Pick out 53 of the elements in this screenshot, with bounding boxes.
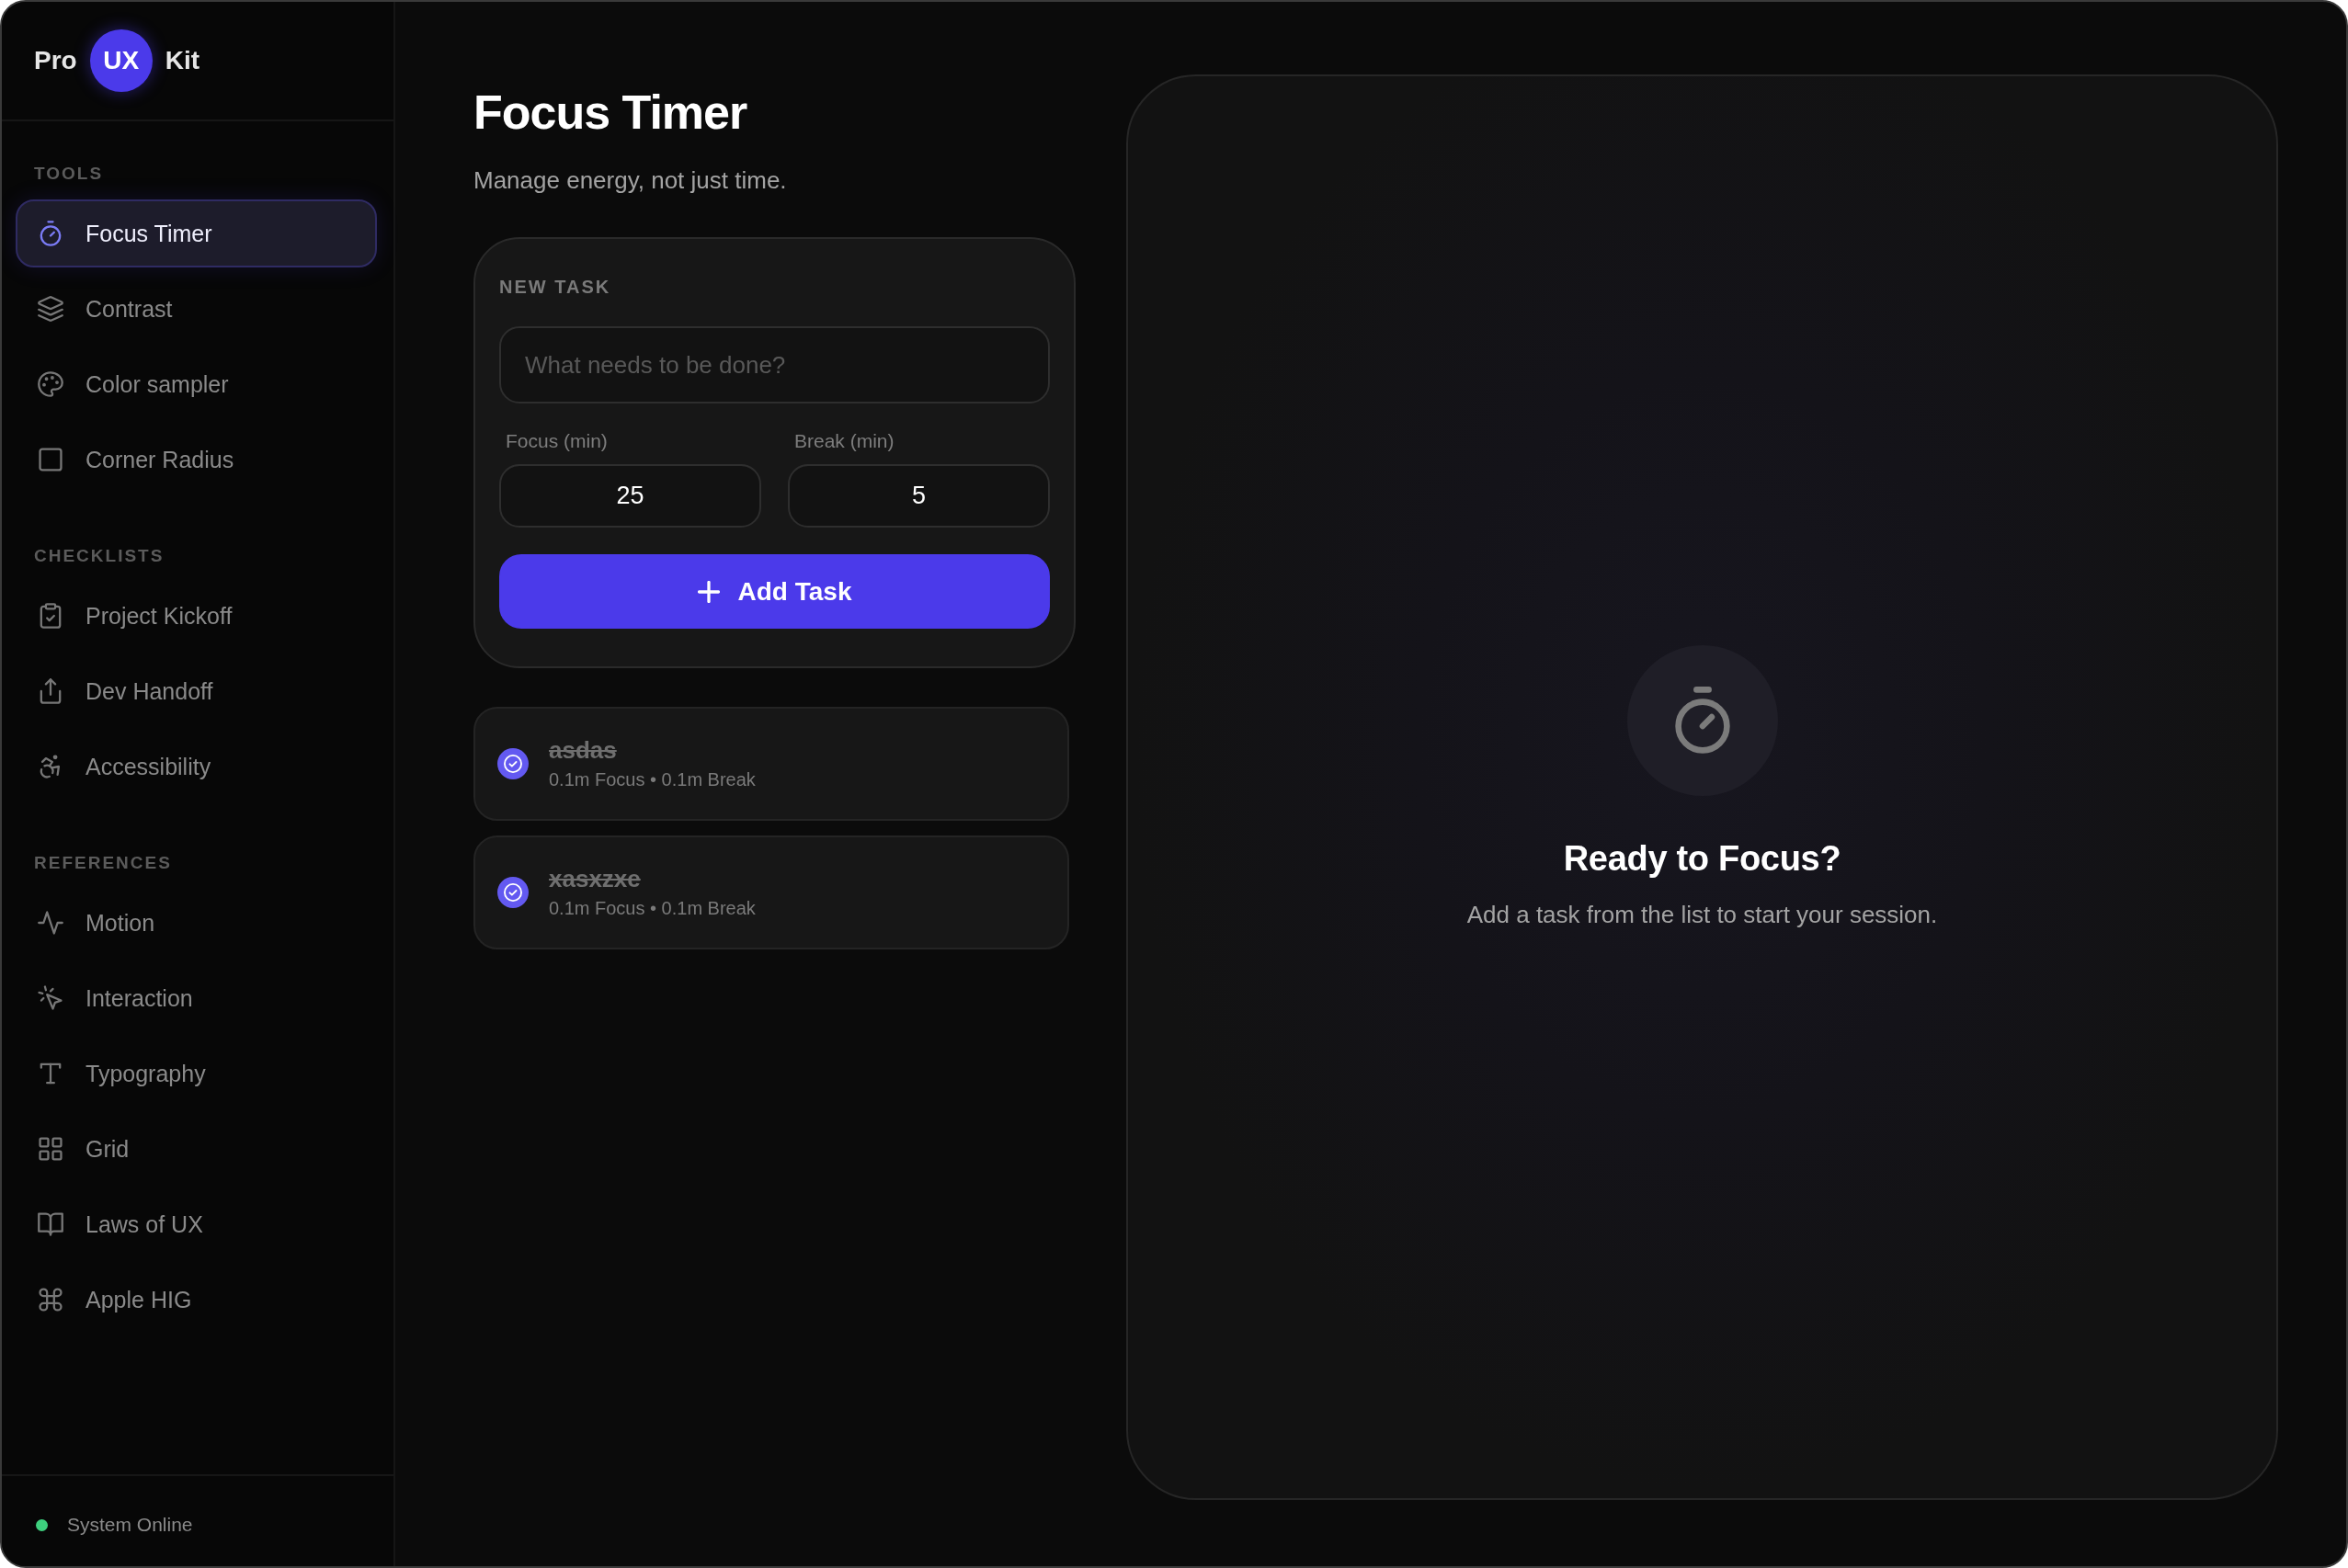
nav-item[interactable]: Grid (16, 1115, 377, 1183)
nav-item[interactable]: Color sampler (16, 350, 377, 418)
square-icon (38, 447, 63, 472)
pulse-icon (38, 910, 63, 936)
pointer-click-icon (38, 985, 63, 1011)
text-icon (38, 1061, 63, 1086)
palette-icon (38, 371, 63, 397)
stopwatch-icon (38, 221, 63, 246)
section-heading: TOOLS (33, 163, 105, 185)
task-details: 0.1m Focus • 0.1m Break (549, 897, 756, 920)
logo-text: Kit (165, 46, 199, 75)
nav-item[interactable]: Corner Radius (16, 426, 377, 494)
focus-minutes-input[interactable]: 25 (499, 464, 761, 528)
plus-icon (697, 580, 720, 603)
upload-icon (38, 678, 63, 704)
nav-item[interactable]: Laws of UX (16, 1190, 377, 1258)
nav-item[interactable]: Contrast (16, 275, 377, 343)
task-card[interactable]: asdas 0.1m Focus • 0.1m Break (473, 707, 1069, 821)
session-title: Ready to Focus? (1563, 837, 1841, 880)
layers-icon (38, 296, 63, 322)
task-details: 0.1m Focus • 0.1m Break (549, 768, 756, 791)
page-subtitle: Manage energy, not just time. (473, 165, 788, 196)
task-card[interactable]: xasxzxe 0.1m Focus • 0.1m Break (473, 835, 1069, 949)
status-label: System Online (67, 1514, 193, 1536)
nav-item[interactable]: Typography (16, 1040, 377, 1108)
stopwatch-icon (1626, 644, 1778, 796)
task-title: xasxzxe (549, 865, 642, 892)
check-circle-icon[interactable] (497, 748, 529, 779)
nav-item[interactable]: Accessibility (16, 733, 377, 801)
check-circle-icon[interactable] (497, 877, 529, 908)
logo-text: Pro (34, 46, 77, 75)
section-heading: REFERENCES (33, 852, 173, 874)
logo-badge: UX (89, 29, 153, 92)
form-heading: NEW TASK (499, 276, 612, 298)
section-heading: CHECKLISTS (33, 545, 165, 567)
nav-item[interactable]: Apple HIG (16, 1266, 377, 1334)
grid-icon (38, 1136, 63, 1162)
session-message: Add a task from the list to start your session. (1466, 899, 1938, 930)
task-title: asdas (549, 736, 618, 764)
clipboard-check-icon (38, 603, 63, 629)
break-minutes-input[interactable]: 5 (788, 464, 1050, 528)
field-label: Focus (min) (505, 429, 609, 453)
add-task-button[interactable]: Add Task (499, 554, 1050, 629)
page-title: Focus Timer (473, 85, 748, 141)
book-icon (38, 1211, 63, 1237)
command-icon (38, 1287, 63, 1312)
nav-item[interactable]: Motion (16, 889, 377, 957)
nav-item[interactable]: Focus Timer (16, 199, 377, 267)
task-input[interactable]: What needs to be done? (499, 326, 1050, 403)
nav-item[interactable]: Interaction (16, 964, 377, 1032)
nav-item[interactable]: Project Kickoff (16, 582, 377, 650)
field-label: Break (min) (793, 429, 895, 453)
nav-item[interactable]: Dev Handoff (16, 657, 377, 725)
